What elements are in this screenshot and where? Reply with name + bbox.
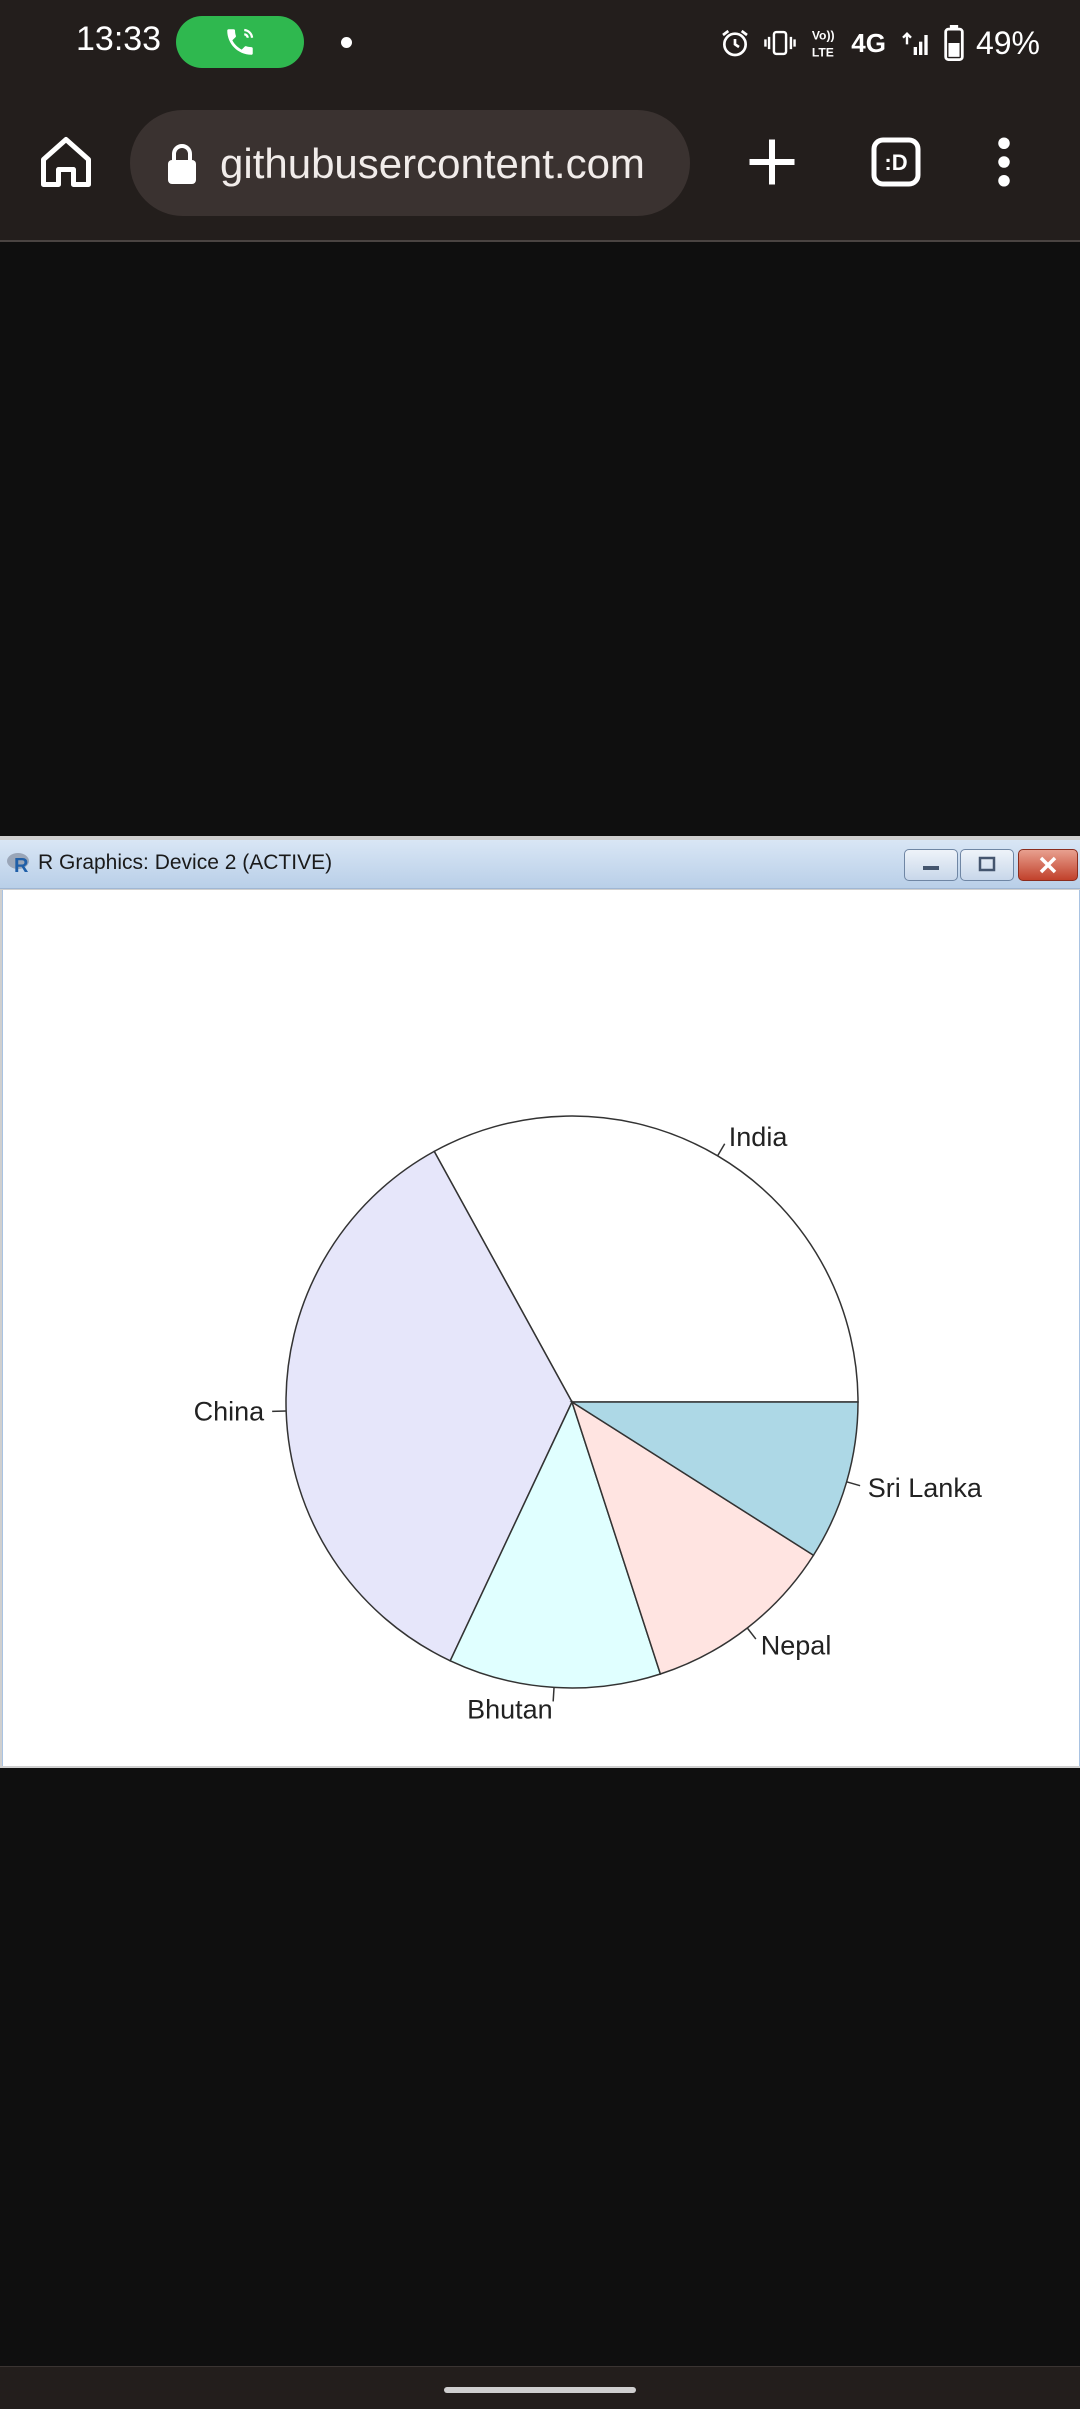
- pie-chart: India China Bhutan Nepal Sri Lanka: [3, 890, 1079, 1766]
- close-icon: [1019, 850, 1077, 880]
- gesture-handle[interactable]: [444, 2387, 636, 2393]
- plot-area: India China Bhutan Nepal Sri Lanka: [2, 890, 1080, 1766]
- maximize-button[interactable]: [960, 849, 1014, 881]
- page-background-top: [0, 242, 1080, 837]
- volte-icon: Vo)) LTE: [809, 26, 839, 60]
- ongoing-call-indicator[interactable]: [176, 16, 304, 68]
- r-logo-icon: R: [6, 850, 34, 876]
- window-titlebar: R R Graphics: Device 2 (ACTIVE): [0, 840, 1080, 889]
- pie-label: Bhutan: [467, 1694, 553, 1724]
- pie-label-tick: [747, 1628, 756, 1639]
- status-icons: Vo)) LTE 4G 49%: [719, 18, 1040, 68]
- home-icon[interactable]: [36, 132, 96, 192]
- lock-icon[interactable]: [166, 144, 198, 184]
- network-type: 4G: [851, 28, 886, 59]
- pie-label: China: [194, 1397, 266, 1427]
- phone-icon: [223, 25, 257, 59]
- svg-text:R: R: [14, 855, 29, 876]
- minimize-button[interactable]: [904, 849, 958, 881]
- pie-label: Sri Lanka: [868, 1473, 983, 1503]
- status-bar: 13:33 Vo)) LTE 4G: [0, 0, 1080, 86]
- browser-toolbar: githubusercontent.com :D: [0, 86, 1080, 242]
- pie-label-tick: [718, 1144, 725, 1156]
- window-title: R Graphics: Device 2 (ACTIVE): [38, 851, 332, 875]
- tab-switcher-icon: :D: [866, 132, 926, 192]
- pie-label: India: [729, 1122, 789, 1152]
- tab-switcher-button[interactable]: :D: [866, 132, 926, 192]
- vibrate-icon: [763, 27, 797, 59]
- new-tab-icon[interactable]: [742, 132, 802, 192]
- status-time: 13:33: [76, 20, 161, 59]
- signal-icon: [898, 27, 932, 59]
- more-options-icon[interactable]: [974, 132, 1034, 192]
- tab-count: :D: [884, 150, 907, 175]
- r-graphics-window: R R Graphics: Device 2 (ACTIVE) India Chi…: [0, 836, 1080, 1768]
- pie-label: Nepal: [761, 1630, 832, 1660]
- url-text[interactable]: githubusercontent.com: [220, 140, 680, 188]
- close-button[interactable]: [1018, 849, 1078, 881]
- page-background-bottom: [0, 1768, 1080, 2368]
- svg-text:Vo)): Vo)): [812, 28, 835, 42]
- minimize-icon: [905, 850, 957, 880]
- battery-icon: [944, 25, 964, 61]
- svg-text:LTE: LTE: [812, 45, 834, 59]
- pie-label-tick: [847, 1482, 860, 1486]
- maximize-icon: [961, 850, 1013, 880]
- pie-label-tick: [553, 1687, 554, 1701]
- alarm-icon: [719, 27, 751, 59]
- battery-percentage: 49%: [976, 25, 1040, 62]
- navigation-bar: [0, 2366, 1080, 2409]
- address-bar[interactable]: githubusercontent.com: [130, 110, 690, 216]
- notification-dot: [341, 37, 352, 48]
